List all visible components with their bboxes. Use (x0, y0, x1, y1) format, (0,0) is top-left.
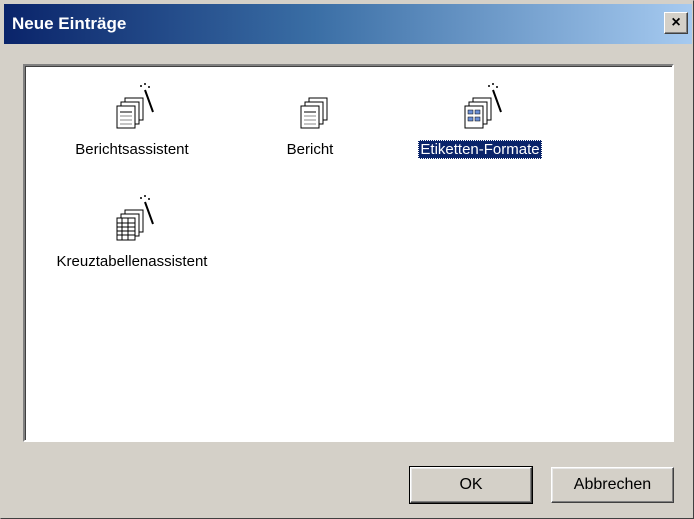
list-item-label: Kreuztabellenassistent (56, 253, 208, 270)
cancel-button[interactable]: Abbrechen (551, 467, 674, 503)
entries-list[interactable]: Berichtsassistent Bericht Etiketten-Form… (23, 64, 674, 442)
window-title: Neue Einträge (12, 14, 127, 33)
ok-button[interactable]: OK (409, 466, 533, 504)
title-bar[interactable]: Neue Einträge × (4, 4, 692, 44)
new-entries-dialog: Neue Einträge × Berichtsassistent Berich… (0, 0, 694, 519)
list-item-crosstab-wizard[interactable]: Kreuztabellenassistent (47, 186, 217, 296)
list-item-report-wizard[interactable]: Berichtsassistent (47, 74, 217, 184)
label-wizard-icon (464, 83, 502, 129)
list-item-report[interactable]: Bericht (225, 74, 395, 184)
report-wizard-icon (116, 83, 154, 129)
close-icon: × (671, 14, 681, 31)
list-item-label: Etiketten-Formate (418, 140, 542, 159)
list-item-label-formats[interactable]: Etiketten-Formate (395, 74, 565, 184)
list-item-label: Berichtsassistent (75, 141, 189, 158)
close-button[interactable]: × (664, 12, 688, 34)
crosstab-wizard-icon (116, 195, 154, 241)
list-item-label: Bericht (286, 141, 334, 158)
report-icon (300, 97, 328, 129)
